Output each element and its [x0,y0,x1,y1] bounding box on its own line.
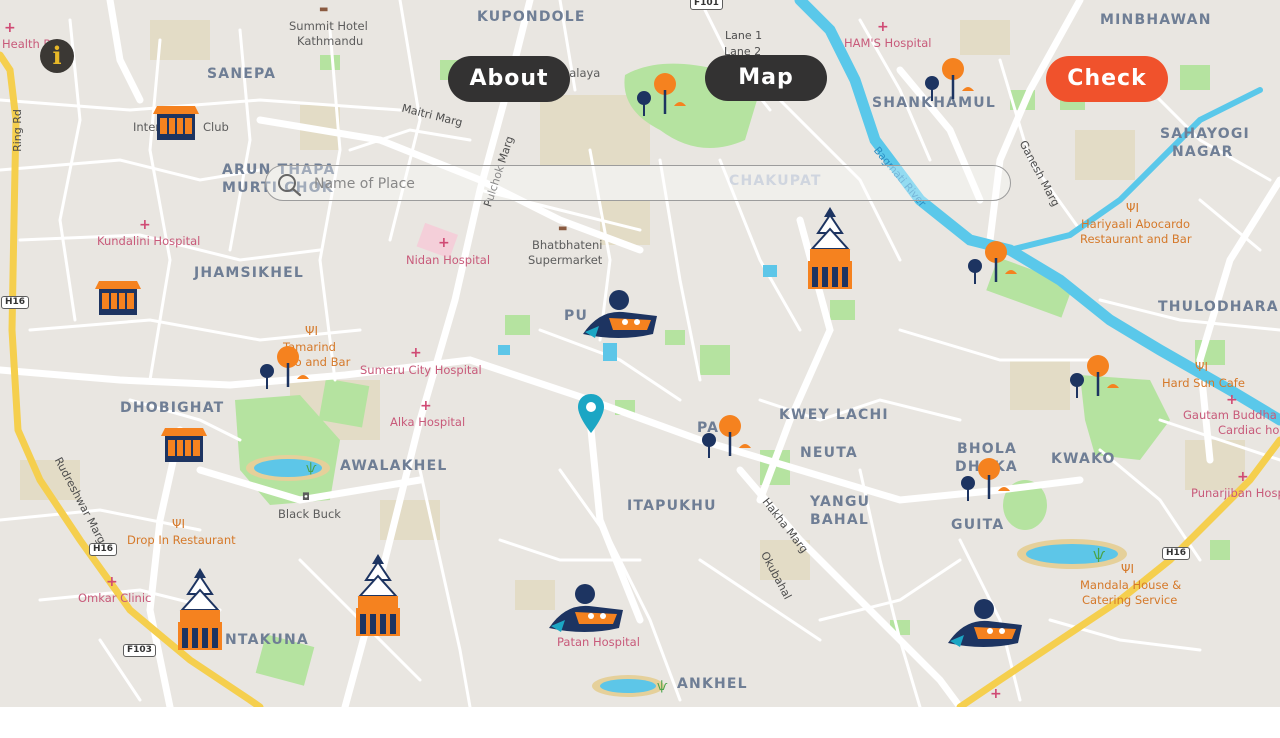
area-label-ankhel: ANKHEL [677,676,748,692]
area-label-sanepa: SANEPA [207,66,277,82]
park-tree-icon[interactable] [1065,352,1125,400]
road-label-ring-rd: Ring Rd [10,109,24,152]
temple-icon[interactable] [174,566,226,652]
area-label-guita: GUITA [951,517,1005,533]
hospital-icon: + [420,398,432,414]
reeds-icon: ѱ [1093,547,1106,563]
area-label-jhamsikhel: JHAMSIKHEL [194,265,305,281]
area-label-yangu: YANGU [810,494,871,510]
about-button[interactable]: About [448,56,570,102]
park-tree-icon[interactable] [920,55,980,103]
hospital-icon: + [106,574,118,590]
area-label-kwey-lachi: KWEY LACHI [779,407,889,423]
area-label-nagar: NAGAR [1172,144,1234,160]
hospital-icon: + [4,20,16,36]
road-shield-h16: H16 [1162,547,1191,560]
place-label-hariyaali-restaurant: Restaurant and Bar [1080,232,1192,246]
temple-icon[interactable] [352,552,404,638]
hotel-icon: ▬ [319,4,329,15]
area-label-dhobighat: DHOBIGHAT [120,400,225,416]
location-pin-icon[interactable] [576,393,606,437]
area-label-thulodhara: THULODHARA [1158,299,1279,315]
fork-knife-icon: ΨΙ [305,324,318,338]
park-tree-icon[interactable] [963,238,1023,286]
house-icon[interactable] [159,426,209,464]
park-tree-icon[interactable] [956,455,1016,503]
info-button[interactable]: i [40,39,74,73]
place-label-mandala-house: Mandala House & [1080,578,1182,592]
bottom-strip [0,707,1280,738]
hospital-icon: + [438,235,450,251]
search-input[interactable] [312,168,966,200]
house-icon[interactable] [151,104,201,142]
mask-icon[interactable] [545,582,625,636]
hospital-icon: + [877,19,889,35]
hospital-icon: + [1237,469,1249,485]
place-label-sumeru-hospital: Sumeru City Hospital [360,363,482,377]
place-label-kathmandu: Kathmandu [297,34,364,48]
area-label-kwako: KWAKO [1051,451,1116,467]
road-shield-h16: H16 [1,296,30,309]
search-icon [278,174,302,197]
place-label-hariyaali: Hariyaali Abocardo [1081,217,1190,231]
place-label-hard-sun-cafe: Hard Sun Cafe [1162,376,1245,390]
place-label-catering-service: Catering Service [1082,593,1178,607]
place-label-drop-in-restaurant: Drop In Restaurant [127,533,236,547]
place-label-alka-hospital: Alka Hospital [390,415,466,429]
place-label-gautam-buddha: Gautam Buddha In [1183,408,1280,422]
reeds-icon: ѱ [306,461,317,475]
place-label-black-buck: Black Buck [278,507,341,521]
park-tree-icon[interactable] [255,343,315,391]
map-view[interactable]: KUPONDOLE MINBHAWAN SANEPA SHANKHAMUL SA… [0,0,1280,707]
road-shield-f101: F101 [690,0,723,10]
map-button[interactable]: Map [705,55,827,101]
place-label-kundalini-hospital: Kundalini Hospital [97,234,201,248]
place-label-club: Club [203,120,229,134]
house-icon[interactable] [93,279,143,317]
place-label-omkar-clinic: Omkar Clinic [78,591,152,605]
area-label-jawalakhel: AWALAKHEL [340,458,448,474]
fork-knife-icon: ΨΙ [172,517,185,531]
park-tree-icon[interactable] [697,412,757,460]
area-label-bahal: BAHAL [810,512,869,528]
place-label-punarjiban: Punarjiban Hosp [1191,486,1280,500]
hospital-icon: + [410,345,422,361]
place-label-nidan-hospital: Nidan Hospital [406,253,491,267]
park-tree-icon[interactable] [632,70,692,118]
hospital-icon: + [1226,392,1238,408]
place-label-summit-hotel: Summit Hotel [289,19,368,33]
area-label-kupondole: KUPONDOLE [477,9,586,25]
area-label-itapukhu: ITAPUKHU [627,498,717,514]
area-label-sahayogi: SAHAYOGI [1160,126,1250,142]
fork-knife-icon: ΨΙ [1121,562,1134,576]
hospital-icon: + [990,686,1002,702]
temple-icon[interactable] [804,205,856,291]
road-label-lane1: Lane 1 [725,29,763,42]
hospital-icon: + [139,217,151,233]
reeds-icon: ѱ [657,679,668,693]
place-label-cardiac-hospital: Cardiac hos [1218,423,1280,437]
place-label-patan-hospital: Patan Hospital [557,635,640,649]
fork-knife-icon: ΨΙ [1126,201,1139,215]
road-shield-h16: H16 [89,543,118,556]
fork-knife-icon: ΨΙ [1195,360,1208,374]
area-label-bhola: BHOLA [957,441,1018,457]
area-label-minbhawan: MINBHAWAN [1100,12,1212,28]
check-button[interactable]: Check [1046,56,1168,102]
search-bar[interactable] [265,165,1011,201]
shopping-icon: ▬ [558,223,568,234]
place-label-bhatbhateni: Bhatbhateni [532,238,603,252]
place-label-hams-hospital: HAM'S Hospital [844,36,932,50]
mask-icon[interactable] [579,288,659,342]
area-label-neuta: NEUTA [800,445,858,461]
place-label-supermarket: Supermarket [528,253,603,267]
mask-icon[interactable] [944,597,1024,651]
camera-icon: ◘ [302,492,310,503]
road-shield-f103: F103 [123,644,156,657]
area-label-ntakuna: NTAKUNA [225,632,309,648]
